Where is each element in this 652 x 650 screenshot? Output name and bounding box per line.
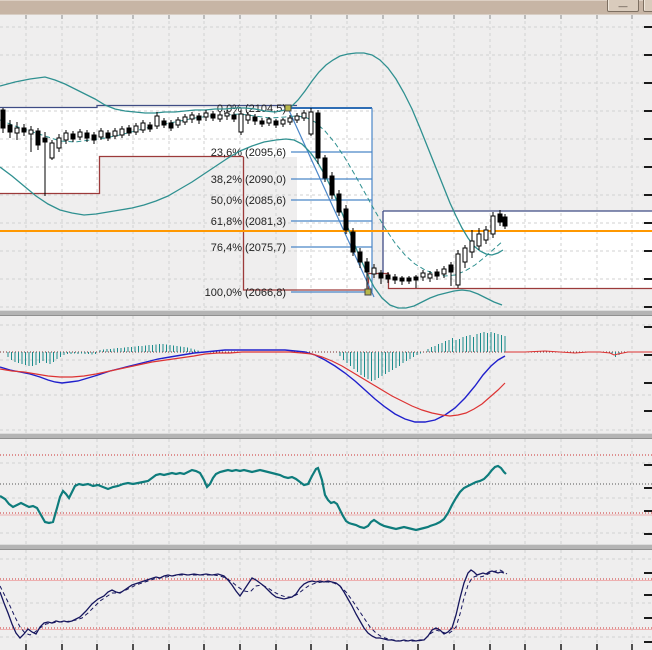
candle-body — [245, 114, 251, 121]
candle-body — [273, 120, 279, 126]
candle-body — [392, 276, 398, 281]
candle-body — [140, 122, 146, 131]
candle-body — [476, 233, 482, 247]
fib-level-label: 61,8% (2081,3) — [211, 216, 286, 228]
fib-level-label: 50,0% (2085,6) — [211, 195, 286, 207]
fib-level-label: 76,4% (2075,7) — [211, 242, 286, 254]
candle-body — [497, 213, 503, 223]
candle-body — [259, 120, 265, 125]
candle-body — [196, 115, 202, 121]
macd-indicator-panel[interactable] — [0, 316, 652, 433]
candle-body — [434, 271, 440, 277]
macd-signal-tail — [505, 350, 652, 356]
candle-body — [420, 272, 426, 278]
candle-body — [175, 119, 181, 126]
restore-window-button[interactable]: — — [607, 0, 639, 12]
candle-body — [56, 137, 62, 149]
candle-body — [133, 125, 139, 133]
macd-main-line — [0, 349, 506, 423]
candle-body — [224, 112, 230, 117]
candle-body — [322, 157, 328, 179]
fib-level-label: 23,6% (2095,6) — [211, 147, 286, 159]
candle-body — [49, 142, 55, 159]
candle-body — [371, 267, 377, 275]
fib-level-label: 100,0% (2066,8) — [205, 287, 286, 299]
candle-body — [294, 115, 300, 121]
candle-body — [385, 274, 391, 280]
candle-body — [182, 116, 188, 123]
candle-body — [14, 127, 20, 134]
candle-body — [154, 115, 160, 127]
teal-oscillator-panel[interactable] — [0, 439, 652, 544]
candle-body — [315, 112, 321, 159]
candle-body — [105, 132, 111, 139]
candle-body — [189, 114, 195, 120]
candle-body — [469, 240, 475, 253]
fib-level-label: 38,2% (2090,0) — [211, 174, 286, 186]
candle-body — [357, 251, 363, 263]
candle-body — [231, 114, 237, 120]
candle-body — [161, 120, 167, 126]
candle-body — [98, 130, 104, 138]
candle-body — [280, 119, 286, 125]
candle-body — [462, 247, 468, 263]
candle-body — [287, 117, 293, 123]
candle-body — [490, 215, 496, 235]
candle-body — [91, 134, 97, 141]
candle-body — [441, 268, 447, 275]
candle-body — [483, 229, 489, 241]
candle-body — [252, 116, 258, 122]
candle-body — [329, 175, 335, 196]
candle-body — [126, 127, 132, 134]
macd-signal-line — [0, 351, 506, 417]
candle-body — [399, 277, 405, 282]
fib-anchor-handle[interactable] — [364, 288, 372, 296]
candle-body — [455, 253, 461, 286]
candle-body — [112, 130, 118, 137]
candle-body — [210, 113, 216, 119]
candle-body — [502, 216, 508, 227]
candle-body — [364, 261, 370, 273]
candle-body — [266, 118, 272, 124]
candle-body — [21, 127, 27, 133]
candle-body — [168, 122, 174, 129]
candle-body — [147, 124, 153, 130]
candle-body — [42, 137, 48, 143]
candle-body — [70, 133, 76, 140]
navy-oscillator-panel[interactable] — [0, 550, 652, 650]
candle-body — [203, 112, 209, 118]
candle-body — [343, 208, 349, 231]
fib-anchor-handle[interactable] — [284, 104, 292, 112]
candle-body — [336, 193, 342, 213]
candle-body — [35, 130, 41, 146]
candle-body — [350, 231, 356, 253]
candle-body — [28, 129, 34, 135]
candle-body — [7, 124, 13, 133]
candle-body — [77, 131, 83, 138]
main-price-chart[interactable]: 0,0% (2104,5)23,6% (2095,6)38,2% (2090,0… — [0, 15, 652, 310]
candle-body — [413, 276, 419, 281]
candle-body — [308, 111, 314, 135]
window-titlebar[interactable]: — — [0, 0, 652, 15]
candle-body — [119, 128, 125, 136]
candle-body — [448, 264, 454, 273]
candle-body — [0, 109, 6, 129]
candle-body — [301, 112, 307, 119]
candle-body — [84, 132, 90, 139]
candle-body — [238, 113, 244, 133]
trading-chart-window: — 0,0% (2104,5) 23,6% (2095,6) 38,2% (2090… — [0, 0, 652, 650]
candle-body — [378, 272, 384, 279]
candle-body — [217, 114, 223, 120]
candle-body — [406, 277, 412, 282]
close-window-button[interactable] — [643, 0, 652, 12]
candle-body — [427, 273, 433, 279]
candle-body — [63, 132, 69, 141]
